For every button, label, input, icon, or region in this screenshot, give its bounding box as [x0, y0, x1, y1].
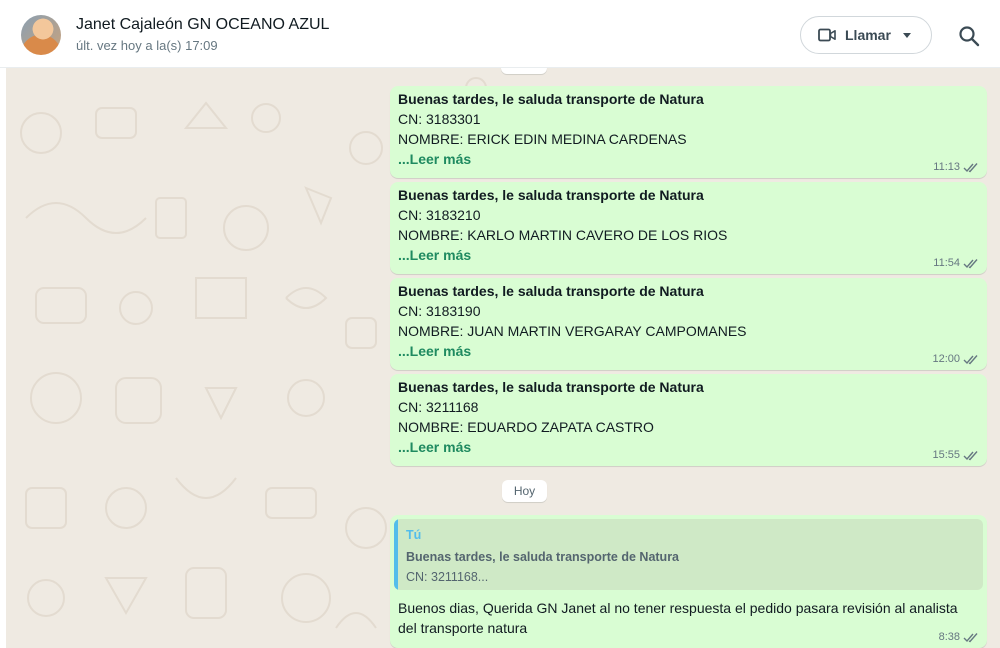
- message-time: 12:00: [932, 353, 960, 365]
- message-nombre: NOMBRE: EDUARDO ZAPATA CASTRO: [398, 419, 654, 435]
- message-meta: 12:00: [932, 353, 979, 365]
- call-button[interactable]: Llamar: [800, 16, 932, 54]
- read-more-link[interactable]: ...Leer más: [398, 151, 471, 167]
- message-time: 8:38: [938, 631, 960, 643]
- message-meta: 15:55: [932, 449, 979, 461]
- quoted-message[interactable]: Tú Buenas tardes, le saluda transporte d…: [394, 519, 983, 590]
- message-bubble[interactable]: Buenas tardes, le saluda transporte de N…: [390, 374, 987, 466]
- message-cn: CN: 3183190: [398, 303, 481, 319]
- video-camera-icon: [818, 28, 836, 42]
- message-cn: CN: 3183301: [398, 111, 481, 127]
- message-title: Buenas tardes, le saluda transporte de N…: [398, 283, 704, 299]
- double-check-icon: [963, 162, 978, 172]
- message-nombre: NOMBRE: ERICK EDIN MEDINA CARDENAS: [398, 131, 687, 147]
- date-divider: Hoy: [502, 480, 547, 502]
- message-meta: 11:13: [933, 161, 979, 173]
- message-time: 11:54: [933, 257, 960, 269]
- double-check-icon: [963, 258, 978, 268]
- message-nombre: NOMBRE: KARLO MARTIN CAVERO DE LOS RIOS: [398, 227, 728, 243]
- date-chip-top: [501, 68, 547, 74]
- chat-header: Janet Cajaleón GN OCEANO AZUL últ. vez h…: [0, 0, 1000, 68]
- message-title: Buenas tardes, le saluda transporte de N…: [398, 91, 704, 107]
- message-title: Buenas tardes, le saluda transporte de N…: [398, 379, 704, 395]
- search-icon[interactable]: [958, 25, 980, 47]
- quote-author: Tú: [406, 528, 422, 542]
- message-nombre: NOMBRE: JUAN MARTIN VERGARAY CAMPOMANES: [398, 323, 747, 339]
- contact-name[interactable]: Janet Cajaleón GN OCEANO AZUL: [76, 16, 329, 34]
- chevron-down-icon[interactable]: [903, 33, 911, 38]
- read-more-link[interactable]: ...Leer más: [398, 343, 471, 359]
- double-check-icon: [963, 450, 978, 460]
- reply-text: Buenos dias, Querida GN Janet al no tene…: [398, 600, 958, 636]
- message-title: Buenas tardes, le saluda transporte de N…: [398, 187, 704, 203]
- message-cn: CN: 3183210: [398, 207, 481, 223]
- double-check-icon: [963, 632, 978, 642]
- message-meta: 11:54: [933, 257, 979, 269]
- reply-message-bubble[interactable]: Tú Buenas tardes, le saluda transporte d…: [390, 515, 987, 648]
- quote-title: Buenas tardes, le saluda transporte de N…: [406, 550, 680, 564]
- quote-text: CN: 3211168...: [406, 570, 489, 584]
- message-bubble[interactable]: Buenas tardes, le saluda transporte de N…: [390, 278, 987, 370]
- message-cn: CN: 3211168: [398, 399, 479, 415]
- message-bubble[interactable]: Buenas tardes, le saluda transporte de N…: [390, 182, 987, 274]
- avatar[interactable]: [21, 15, 61, 55]
- last-seen-status: últ. vez hoy a la(s) 17:09: [76, 38, 218, 53]
- message-bubble[interactable]: Buenas tardes, le saluda transporte de N…: [390, 86, 987, 178]
- chat-panel[interactable]: Buenas tardes, le saluda transporte de N…: [6, 68, 1000, 648]
- double-check-icon: [963, 354, 978, 364]
- message-meta: 8:38: [939, 631, 979, 643]
- call-label: Llamar: [845, 27, 891, 43]
- read-more-link[interactable]: ...Leer más: [398, 247, 471, 263]
- read-more-link[interactable]: ...Leer más: [398, 439, 471, 455]
- message-time: 15:55: [932, 449, 960, 461]
- quote-accent-bar: [394, 519, 398, 590]
- message-time: 11:13: [933, 161, 960, 173]
